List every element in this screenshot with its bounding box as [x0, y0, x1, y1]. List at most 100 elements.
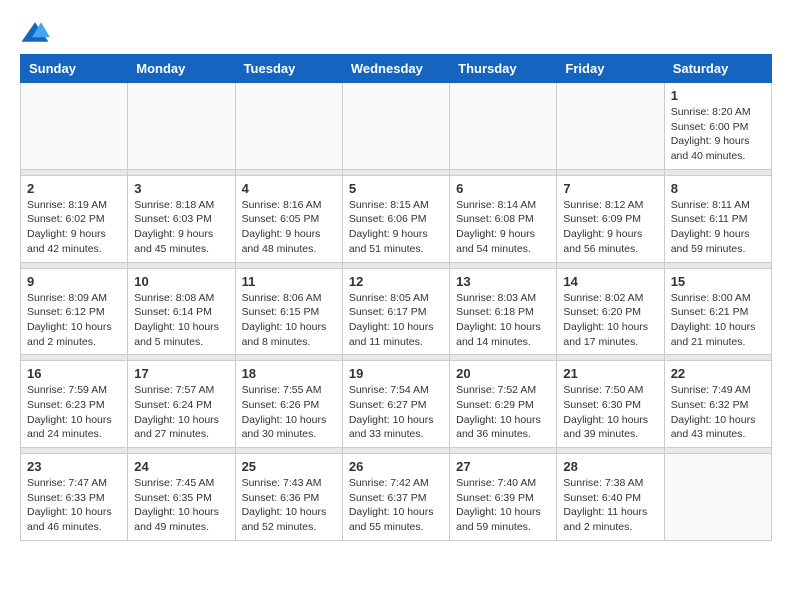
- calendar-day-cell: 8 Sunrise: 8:11 AM Sunset: 6:11 PM Daylig…: [664, 175, 771, 262]
- calendar-day-cell: 20 Sunrise: 7:52 AM Sunset: 6:29 PM Dayli…: [450, 361, 557, 448]
- day-number: 1: [671, 88, 765, 103]
- calendar-day-cell: 6 Sunrise: 8:14 AM Sunset: 6:08 PM Daylig…: [450, 175, 557, 262]
- day-number: 18: [242, 366, 336, 381]
- calendar-day-cell: 12 Sunrise: 8:05 AM Sunset: 6:17 PM Dayli…: [342, 268, 449, 355]
- day-number: 11: [242, 274, 336, 289]
- day-number: 9: [27, 274, 121, 289]
- day-info: Sunrise: 7:45 AM Sunset: 6:35 PM Dayligh…: [134, 476, 228, 535]
- calendar-day-cell: [450, 83, 557, 170]
- calendar-day-cell: 16Sunrise: 7:59 AM Sunset: 6:23 PM Dayli…: [21, 361, 128, 448]
- day-info: Sunrise: 8:19 AM Sunset: 6:02 PM Dayligh…: [27, 198, 121, 257]
- calendar-day-cell: 11Sunrise: 8:06 AM Sunset: 6:15 PM Dayli…: [235, 268, 342, 355]
- calendar-day-cell: 9 Sunrise: 8:09 AM Sunset: 6:12 PM Daylig…: [21, 268, 128, 355]
- day-info: Sunrise: 7:42 AM Sunset: 6:37 PM Dayligh…: [349, 476, 443, 535]
- calendar-day-cell: [128, 83, 235, 170]
- calendar-day-cell: 22 Sunrise: 7:49 AM Sunset: 6:32 PM Dayli…: [664, 361, 771, 448]
- day-info: Sunrise: 7:49 AM Sunset: 6:32 PM Dayligh…: [671, 383, 765, 442]
- day-info: Sunrise: 8:20 AM Sunset: 6:00 PM Dayligh…: [671, 105, 765, 164]
- calendar-day-cell: 26 Sunrise: 7:42 AM Sunset: 6:37 PM Dayli…: [342, 454, 449, 541]
- header: [20, 20, 772, 44]
- day-number: 23: [27, 459, 121, 474]
- logo: [20, 20, 54, 44]
- day-number: 15: [671, 274, 765, 289]
- calendar-day-cell: [342, 83, 449, 170]
- day-number: 24: [134, 459, 228, 474]
- day-number: 8: [671, 181, 765, 196]
- calendar-day-cell: 21Sunrise: 7:50 AM Sunset: 6:30 PM Dayli…: [557, 361, 664, 448]
- day-number: 26: [349, 459, 443, 474]
- day-number: 3: [134, 181, 228, 196]
- day-info: Sunrise: 8:08 AM Sunset: 6:14 PM Dayligh…: [134, 291, 228, 350]
- day-info: Sunrise: 8:14 AM Sunset: 6:08 PM Dayligh…: [456, 198, 550, 257]
- day-info: Sunrise: 8:00 AM Sunset: 6:21 PM Dayligh…: [671, 291, 765, 350]
- calendar-day-cell: [557, 83, 664, 170]
- calendar-week-row: 23 Sunrise: 7:47 AM Sunset: 6:33 PM Dayli…: [21, 454, 772, 541]
- calendar-day-cell: 24 Sunrise: 7:45 AM Sunset: 6:35 PM Dayli…: [128, 454, 235, 541]
- calendar-day-cell: 28 Sunrise: 7:38 AM Sunset: 6:40 PM Dayli…: [557, 454, 664, 541]
- day-number: 22: [671, 366, 765, 381]
- calendar-day-header: Monday: [128, 55, 235, 83]
- calendar-day-cell: 7Sunrise: 8:12 AM Sunset: 6:09 PM Daylig…: [557, 175, 664, 262]
- calendar-week-row: 1 Sunrise: 8:20 AM Sunset: 6:00 PM Daylig…: [21, 83, 772, 170]
- calendar-day-header: Thursday: [450, 55, 557, 83]
- day-number: 25: [242, 459, 336, 474]
- day-number: 7: [563, 181, 657, 196]
- day-info: Sunrise: 7:43 AM Sunset: 6:36 PM Dayligh…: [242, 476, 336, 535]
- calendar-day-cell: 5 Sunrise: 8:15 AM Sunset: 6:06 PM Daylig…: [342, 175, 449, 262]
- calendar-day-header: Tuesday: [235, 55, 342, 83]
- calendar-day-header: Friday: [557, 55, 664, 83]
- day-number: 28: [563, 459, 657, 474]
- calendar-day-cell: 4 Sunrise: 8:16 AM Sunset: 6:05 PM Daylig…: [235, 175, 342, 262]
- day-number: 27: [456, 459, 550, 474]
- day-number: 20: [456, 366, 550, 381]
- calendar-week-row: 9 Sunrise: 8:09 AM Sunset: 6:12 PM Daylig…: [21, 268, 772, 355]
- day-info: Sunrise: 7:38 AM Sunset: 6:40 PM Dayligh…: [563, 476, 657, 535]
- calendar-day-header: Sunday: [21, 55, 128, 83]
- calendar-day-header: Saturday: [664, 55, 771, 83]
- calendar-day-cell: 15 Sunrise: 8:00 AM Sunset: 6:21 PM Dayli…: [664, 268, 771, 355]
- calendar-day-cell: 25 Sunrise: 7:43 AM Sunset: 6:36 PM Dayli…: [235, 454, 342, 541]
- calendar-day-cell: 27 Sunrise: 7:40 AM Sunset: 6:39 PM Dayli…: [450, 454, 557, 541]
- calendar-day-cell: [21, 83, 128, 170]
- day-number: 19: [349, 366, 443, 381]
- day-number: 12: [349, 274, 443, 289]
- day-info: Sunrise: 8:16 AM Sunset: 6:05 PM Dayligh…: [242, 198, 336, 257]
- day-info: Sunrise: 8:15 AM Sunset: 6:06 PM Dayligh…: [349, 198, 443, 257]
- day-number: 2: [27, 181, 121, 196]
- day-info: Sunrise: 8:09 AM Sunset: 6:12 PM Dayligh…: [27, 291, 121, 350]
- day-number: 17: [134, 366, 228, 381]
- day-number: 5: [349, 181, 443, 196]
- calendar-day-cell: 13Sunrise: 8:03 AM Sunset: 6:18 PM Dayli…: [450, 268, 557, 355]
- day-info: Sunrise: 7:50 AM Sunset: 6:30 PM Dayligh…: [563, 383, 657, 442]
- calendar-day-cell: 1 Sunrise: 8:20 AM Sunset: 6:00 PM Daylig…: [664, 83, 771, 170]
- calendar-week-row: 2 Sunrise: 8:19 AM Sunset: 6:02 PM Daylig…: [21, 175, 772, 262]
- day-info: Sunrise: 7:52 AM Sunset: 6:29 PM Dayligh…: [456, 383, 550, 442]
- day-number: 6: [456, 181, 550, 196]
- day-info: Sunrise: 8:03 AM Sunset: 6:18 PM Dayligh…: [456, 291, 550, 350]
- calendar-day-cell: [235, 83, 342, 170]
- day-info: Sunrise: 7:47 AM Sunset: 6:33 PM Dayligh…: [27, 476, 121, 535]
- day-info: Sunrise: 7:55 AM Sunset: 6:26 PM Dayligh…: [242, 383, 336, 442]
- calendar-day-cell: 2 Sunrise: 8:19 AM Sunset: 6:02 PM Daylig…: [21, 175, 128, 262]
- day-info: Sunrise: 8:02 AM Sunset: 6:20 PM Dayligh…: [563, 291, 657, 350]
- day-info: Sunrise: 7:59 AM Sunset: 6:23 PM Dayligh…: [27, 383, 121, 442]
- logo-icon: [20, 20, 50, 44]
- day-info: Sunrise: 7:40 AM Sunset: 6:39 PM Dayligh…: [456, 476, 550, 535]
- day-info: Sunrise: 7:57 AM Sunset: 6:24 PM Dayligh…: [134, 383, 228, 442]
- day-info: Sunrise: 7:54 AM Sunset: 6:27 PM Dayligh…: [349, 383, 443, 442]
- day-number: 4: [242, 181, 336, 196]
- calendar-table: SundayMondayTuesdayWednesdayThursdayFrid…: [20, 54, 772, 541]
- day-info: Sunrise: 8:11 AM Sunset: 6:11 PM Dayligh…: [671, 198, 765, 257]
- calendar-day-header: Wednesday: [342, 55, 449, 83]
- day-number: 14: [563, 274, 657, 289]
- calendar-week-row: 16Sunrise: 7:59 AM Sunset: 6:23 PM Dayli…: [21, 361, 772, 448]
- calendar-day-cell: 3 Sunrise: 8:18 AM Sunset: 6:03 PM Daylig…: [128, 175, 235, 262]
- day-info: Sunrise: 8:18 AM Sunset: 6:03 PM Dayligh…: [134, 198, 228, 257]
- calendar-day-cell: 17 Sunrise: 7:57 AM Sunset: 6:24 PM Dayli…: [128, 361, 235, 448]
- day-info: Sunrise: 8:05 AM Sunset: 6:17 PM Dayligh…: [349, 291, 443, 350]
- calendar-header-row: SundayMondayTuesdayWednesdayThursdayFrid…: [21, 55, 772, 83]
- calendar-day-cell: 18 Sunrise: 7:55 AM Sunset: 6:26 PM Dayli…: [235, 361, 342, 448]
- calendar-day-cell: 10Sunrise: 8:08 AM Sunset: 6:14 PM Dayli…: [128, 268, 235, 355]
- calendar-day-cell: 23 Sunrise: 7:47 AM Sunset: 6:33 PM Dayli…: [21, 454, 128, 541]
- calendar-day-cell: 14 Sunrise: 8:02 AM Sunset: 6:20 PM Dayli…: [557, 268, 664, 355]
